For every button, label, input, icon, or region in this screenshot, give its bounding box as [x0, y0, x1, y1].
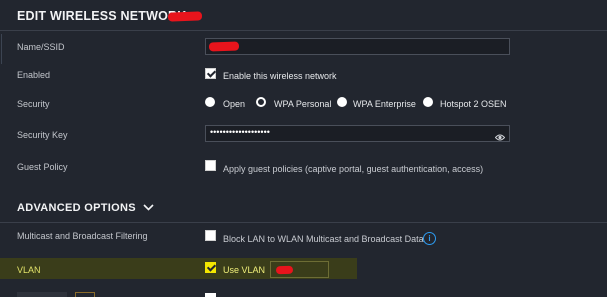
security-key-label: Security Key [17, 130, 68, 140]
security-option-hotspot: Hotspot 2 OSEN [440, 99, 507, 109]
vlan-checkbox[interactable] [205, 262, 216, 273]
next-row-checkbox-partial[interactable] [205, 293, 216, 297]
guest-policy-checkbox[interactable] [205, 160, 216, 171]
redaction-mark [208, 41, 240, 52]
security-radio-wpa-personal[interactable] [256, 97, 266, 107]
enabled-label: Enabled [17, 70, 51, 80]
enabled-checkbox[interactable] [205, 68, 216, 79]
multicast-checkbox-label: Block LAN to WLAN Multicast and Broadcas… [223, 234, 424, 244]
security-option-wpa-enterprise: WPA Enterprise [353, 99, 416, 109]
enabled-checkbox-label: Enable this wireless network [223, 71, 337, 81]
guest-policy-checkbox-label: Apply guest policies (captive portal, gu… [223, 164, 484, 174]
info-icon[interactable]: i [423, 232, 436, 245]
security-radio-open[interactable] [205, 97, 215, 107]
advanced-options-toggle[interactable]: ADVANCED OPTIONS [17, 202, 154, 214]
advanced-options-title: ADVANCED OPTIONS [17, 202, 136, 214]
redaction-mark [275, 265, 294, 275]
vlan-label: VLAN [17, 265, 41, 275]
header-divider [0, 30, 607, 31]
eye-icon[interactable] [494, 129, 506, 141]
left-edge-line [1, 34, 2, 64]
security-option-open: Open [223, 99, 246, 109]
guest-policy-label: Guest Policy [17, 162, 68, 172]
security-radio-hotspot[interactable] [423, 97, 433, 107]
security-radio-wpa-enterprise[interactable] [337, 97, 347, 107]
multicast-checkbox[interactable] [205, 230, 216, 241]
ssid-label: Name/SSID [17, 42, 65, 52]
advanced-divider [0, 222, 607, 223]
vlan-checkbox-label: Use VLAN [223, 265, 266, 275]
security-label: Security [17, 99, 50, 109]
next-row-badge-partial [75, 292, 95, 297]
multicast-label: Multicast and Broadcast Filtering [17, 231, 148, 241]
security-key-input[interactable]: ••••••••••••••••••• [205, 125, 510, 142]
next-row-label-partial [17, 292, 67, 297]
security-option-wpa-personal: WPA Personal [274, 99, 332, 109]
security-key-value: ••••••••••••••••••• [210, 127, 270, 137]
ssid-input[interactable] [205, 38, 510, 55]
redaction-mark [167, 11, 203, 22]
chevron-down-icon [143, 202, 154, 214]
